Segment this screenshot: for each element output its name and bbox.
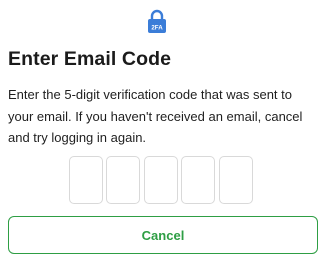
code-digit-5[interactable] <box>219 156 253 204</box>
code-digit-1[interactable] <box>69 156 103 204</box>
code-digit-3[interactable] <box>144 156 178 204</box>
code-digit-4[interactable] <box>181 156 215 204</box>
2fa-badge-icon: 2FA <box>146 8 168 34</box>
instructions-text: Enter the 5-digit verification code that… <box>8 87 303 145</box>
2fa-badge-text: 2FA <box>151 25 163 32</box>
page-title: Enter Email Code <box>8 48 172 70</box>
cancel-button-label: Cancel <box>141 228 185 243</box>
cancel-button[interactable]: Cancel <box>8 216 318 254</box>
code-digit-2[interactable] <box>106 156 140 204</box>
